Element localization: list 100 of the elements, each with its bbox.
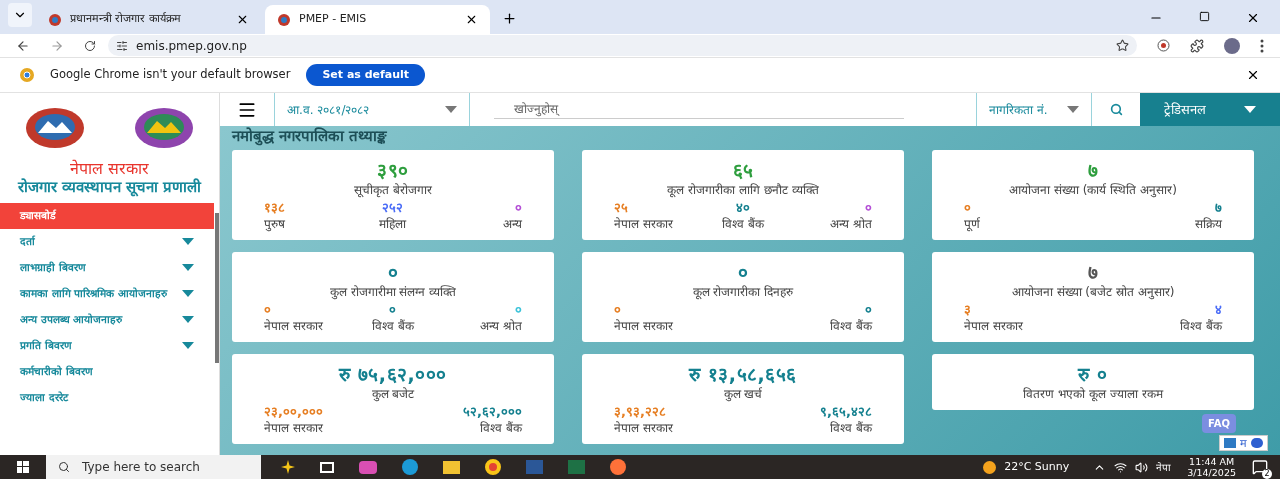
caret-icon <box>1244 106 1256 113</box>
address-bar[interactable]: emis.pmep.gov.np <box>108 35 1137 56</box>
stat-label: कूल रोजगारीका लागि छनौट व्यक्ति <box>667 182 819 198</box>
site-emblem-icon <box>277 12 291 27</box>
breakdown-value: २५२ <box>382 200 404 216</box>
emblem-logo <box>23 105 86 151</box>
set-default-button[interactable]: Set as default <box>306 64 426 86</box>
back-icon[interactable] <box>16 38 30 53</box>
restore-icon[interactable] <box>1199 11 1210 22</box>
forward-icon[interactable] <box>50 38 64 53</box>
more-icon[interactable] <box>1260 38 1264 53</box>
mode-select[interactable]: ट्रेडिसनल <box>1140 93 1280 126</box>
app-icon <box>485 459 501 475</box>
breakdown-label: विश्व बैंक <box>1180 318 1222 334</box>
sidebar-item[interactable]: कर्मचारीको बिवरण <box>0 359 214 385</box>
input-language[interactable]: नेपा <box>1156 459 1172 475</box>
caret-icon <box>182 238 194 245</box>
breakdown-label: विश्व बैंक <box>830 318 872 334</box>
breakdown-label: नेपाल सरकार <box>964 318 1023 334</box>
notification-count: 2 <box>1262 469 1272 479</box>
stat-value: ७ <box>1087 158 1099 182</box>
stat-value: ३९० <box>377 158 409 182</box>
ime-toolbar[interactable]: म <box>1219 435 1268 451</box>
weather-icon <box>983 460 997 474</box>
breakdown-label: नेपाल सरकार <box>614 216 673 232</box>
new-tab-icon[interactable] <box>502 11 517 26</box>
sidebar-item[interactable]: ज्याला दररेट <box>0 385 214 411</box>
sidebar-item[interactable]: दर्ता <box>0 229 214 255</box>
stat-value: ६५ <box>732 158 754 182</box>
caret-icon <box>445 106 457 113</box>
stat-value: ० <box>737 260 749 284</box>
caret-icon <box>182 342 194 349</box>
search-icon <box>58 461 70 473</box>
stat-label: कुल बजेट <box>371 386 415 402</box>
app-icon <box>359 460 377 474</box>
app-icon <box>610 459 626 475</box>
breakdown-label: पुरुष <box>264 216 285 232</box>
caret-icon <box>1067 106 1079 113</box>
sparkle-icon <box>281 460 295 474</box>
breakdown-value: ० <box>515 200 522 216</box>
tab-list-button[interactable] <box>8 3 32 27</box>
infobar-message: Google Chrome isn't your default browser <box>50 66 291 84</box>
browser-tab[interactable]: PMEP - EMIS <box>265 5 490 34</box>
stat-label: सूचीकृत बेरोजगार <box>354 182 432 198</box>
sidebar-item[interactable]: ड्यासबोर्ड <box>0 203 214 229</box>
extensions-icon[interactable] <box>1190 38 1204 53</box>
volume-icon[interactable] <box>1135 460 1149 474</box>
breakdown-value: ० <box>865 302 872 318</box>
breakdown-value: ० <box>614 302 621 318</box>
breakdown-value: २३,००,००० <box>264 404 323 420</box>
caret-icon <box>182 316 194 323</box>
breakdown-label: अन्य श्रोत <box>480 318 522 334</box>
close-icon[interactable] <box>236 13 249 26</box>
faq-badge[interactable]: FAQ <box>1202 414 1236 433</box>
caret-icon <box>182 290 194 297</box>
network-icon[interactable] <box>1114 460 1128 474</box>
bookmark-star-icon[interactable] <box>1116 39 1129 52</box>
breakdown-label: नेपाल सरकार <box>614 420 673 436</box>
app-icon <box>402 459 418 475</box>
stat-label: आयोजना संख्या (कार्य स्थिति अनुसार) <box>1009 182 1177 198</box>
search-field[interactable]: खोज्नुहोस् <box>494 100 904 119</box>
clock-time[interactable]: 11:44 AM <box>1189 456 1235 467</box>
url-text: emis.pmep.gov.np <box>136 37 248 55</box>
stat-label: वितरण भएको कूल ज्याला रकम <box>1023 386 1163 402</box>
breakdown-label: नेपाल सरकार <box>614 318 673 334</box>
breakdown-value: ० <box>264 302 271 318</box>
stat-value: ० <box>387 260 399 284</box>
breakdown-label: महिला <box>379 216 407 232</box>
sidebar-item[interactable]: प्रगति बिवरण <box>0 333 214 359</box>
reload-icon[interactable] <box>84 39 96 52</box>
weather-text[interactable]: 22°C Sunny <box>1004 458 1070 476</box>
browser-tab[interactable]: प्रधानमन्त्री रोजगार कार्यक्रम <box>36 5 261 34</box>
clock-date[interactable]: 3/14/2025 <box>1187 467 1236 478</box>
extension-icon[interactable] <box>1157 39 1170 52</box>
page-title: नमोबुद्ध नगरपालिका तथ्याङ्क <box>230 126 389 146</box>
breakdown-value: ९,६५,४२८ <box>820 404 872 420</box>
profile-avatar[interactable] <box>1224 37 1240 54</box>
close-icon[interactable] <box>1246 68 1260 82</box>
breakdown-value: ४ <box>1215 302 1222 318</box>
folder-icon <box>443 460 460 474</box>
settings-icon <box>1251 438 1263 448</box>
breakdown-label: नेपाल सरकार <box>264 318 323 334</box>
breakdown-value: ० <box>515 302 522 318</box>
taskbar-search-field[interactable]: Type here to search <box>46 455 261 479</box>
sidebar-item[interactable]: लाभग्राही बिवरण <box>0 255 214 281</box>
site-settings-icon <box>116 39 128 52</box>
breakdown-value: ० <box>964 200 971 216</box>
fiscal-year-select[interactable]: आ.व. २०८१/२०८२ <box>275 93 470 126</box>
sidebar-item[interactable]: कामका लागि पारिश्रमिक आयोजनाहरु <box>0 281 214 307</box>
search-icon <box>1109 103 1123 116</box>
breakdown-label: अन्य श्रोत <box>830 216 872 232</box>
close-icon[interactable] <box>1246 11 1260 25</box>
close-icon[interactable] <box>465 13 478 26</box>
breakdown-value: ३,९३,२२८ <box>614 404 666 420</box>
search-type-select[interactable]: नागरिकता नं. <box>977 93 1092 126</box>
notifications-icon[interactable] <box>1252 459 1268 475</box>
breakdown-label: पूर्ण <box>964 216 980 232</box>
sidebar-item[interactable]: अन्य उपलब्ध आयोजनाहरु <box>0 307 214 333</box>
keyboard-icon <box>1224 438 1236 448</box>
stat-value: रु ७५,६२,००० <box>339 362 447 386</box>
